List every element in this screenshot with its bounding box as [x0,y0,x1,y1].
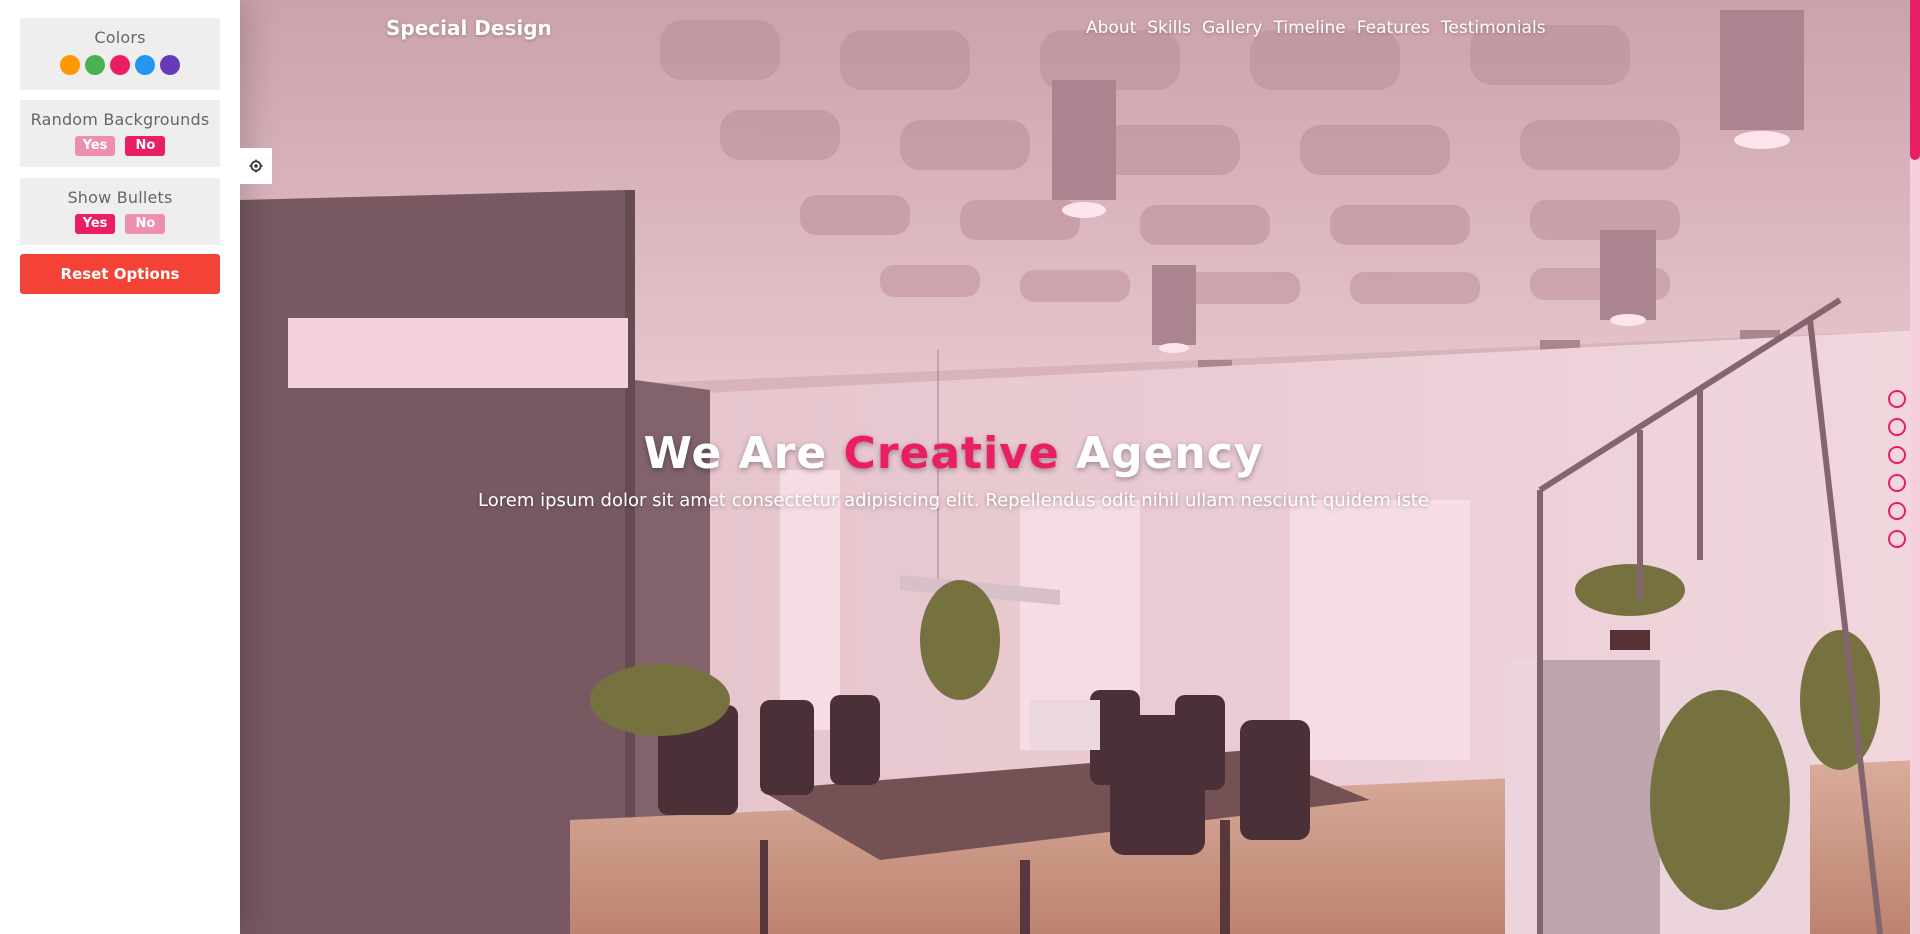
show-bullets-no-button[interactable]: No [125,214,166,234]
nav-link-features[interactable]: Features [1357,18,1430,38]
nav-link-timeline[interactable]: Timeline [1273,18,1345,38]
random-backgrounds-yes-button[interactable]: Yes [74,136,116,156]
random-backgrounds-option: Random Backgrounds Yes No [20,100,220,167]
nav-bullet-timeline[interactable] [1888,474,1906,492]
scrollbar-thumb[interactable] [1910,0,1920,160]
intro-heading-accent: Creative [843,428,1060,479]
show-bullets-yes-button[interactable]: Yes [74,214,116,234]
color-blue-swatch[interactable] [135,55,155,75]
intro-heading-before: We Are [643,428,844,479]
show-bullets-option: Show Bullets Yes No [20,178,220,245]
show-bullets-toggle: Yes No [20,214,220,234]
intro-subtitle: Lorem ipsum dolor sit amet consectetur a… [478,490,1429,511]
landing-section: Special Design About Skills Gallery Time… [240,0,1920,934]
nav-link-about[interactable]: About [1086,18,1136,38]
colors-option: Colors [20,18,220,90]
color-purple-swatch[interactable] [160,55,180,75]
nav-bullet-features[interactable] [1888,502,1906,520]
intro-text: We Are Creative Agency Lorem ipsum dolor… [240,425,1667,513]
color-pink-swatch[interactable] [110,55,130,75]
settings-panel: Colors Random Backgrounds Yes No Show Bu… [0,0,240,934]
colors-title: Colors [94,28,146,47]
gear-icon [249,159,263,173]
nav-link-skills[interactable]: Skills [1147,18,1191,38]
nav-bullets [1888,390,1906,548]
nav-bullet-about[interactable] [1888,390,1906,408]
intro-heading-after: Agency [1059,428,1264,479]
reset-options-button[interactable]: Reset Options [20,254,220,294]
color-orange-swatch[interactable] [60,55,80,75]
nav-bullet-skills[interactable] [1888,418,1906,436]
nav-link-gallery[interactable]: Gallery [1202,18,1263,38]
main-nav: About Skills Gallery Timeline Features T… [1086,18,1546,38]
settings-toggle-button[interactable] [240,148,272,184]
nav-link-testimonials[interactable]: Testimonials [1441,18,1546,38]
random-backgrounds-title: Random Backgrounds [30,110,210,129]
nav-bullet-testimonials[interactable] [1888,530,1906,548]
nav-bullet-gallery[interactable] [1888,446,1906,464]
intro-heading: We Are Creative Agency [240,425,1667,483]
color-green-swatch[interactable] [85,55,105,75]
color-list [20,55,220,75]
random-backgrounds-no-button[interactable]: No [125,136,166,156]
show-bullets-title: Show Bullets [67,188,173,207]
random-backgrounds-toggle: Yes No [20,136,220,156]
page-scrollbar[interactable] [1910,0,1920,934]
site-logo[interactable]: Special Design [386,16,552,40]
